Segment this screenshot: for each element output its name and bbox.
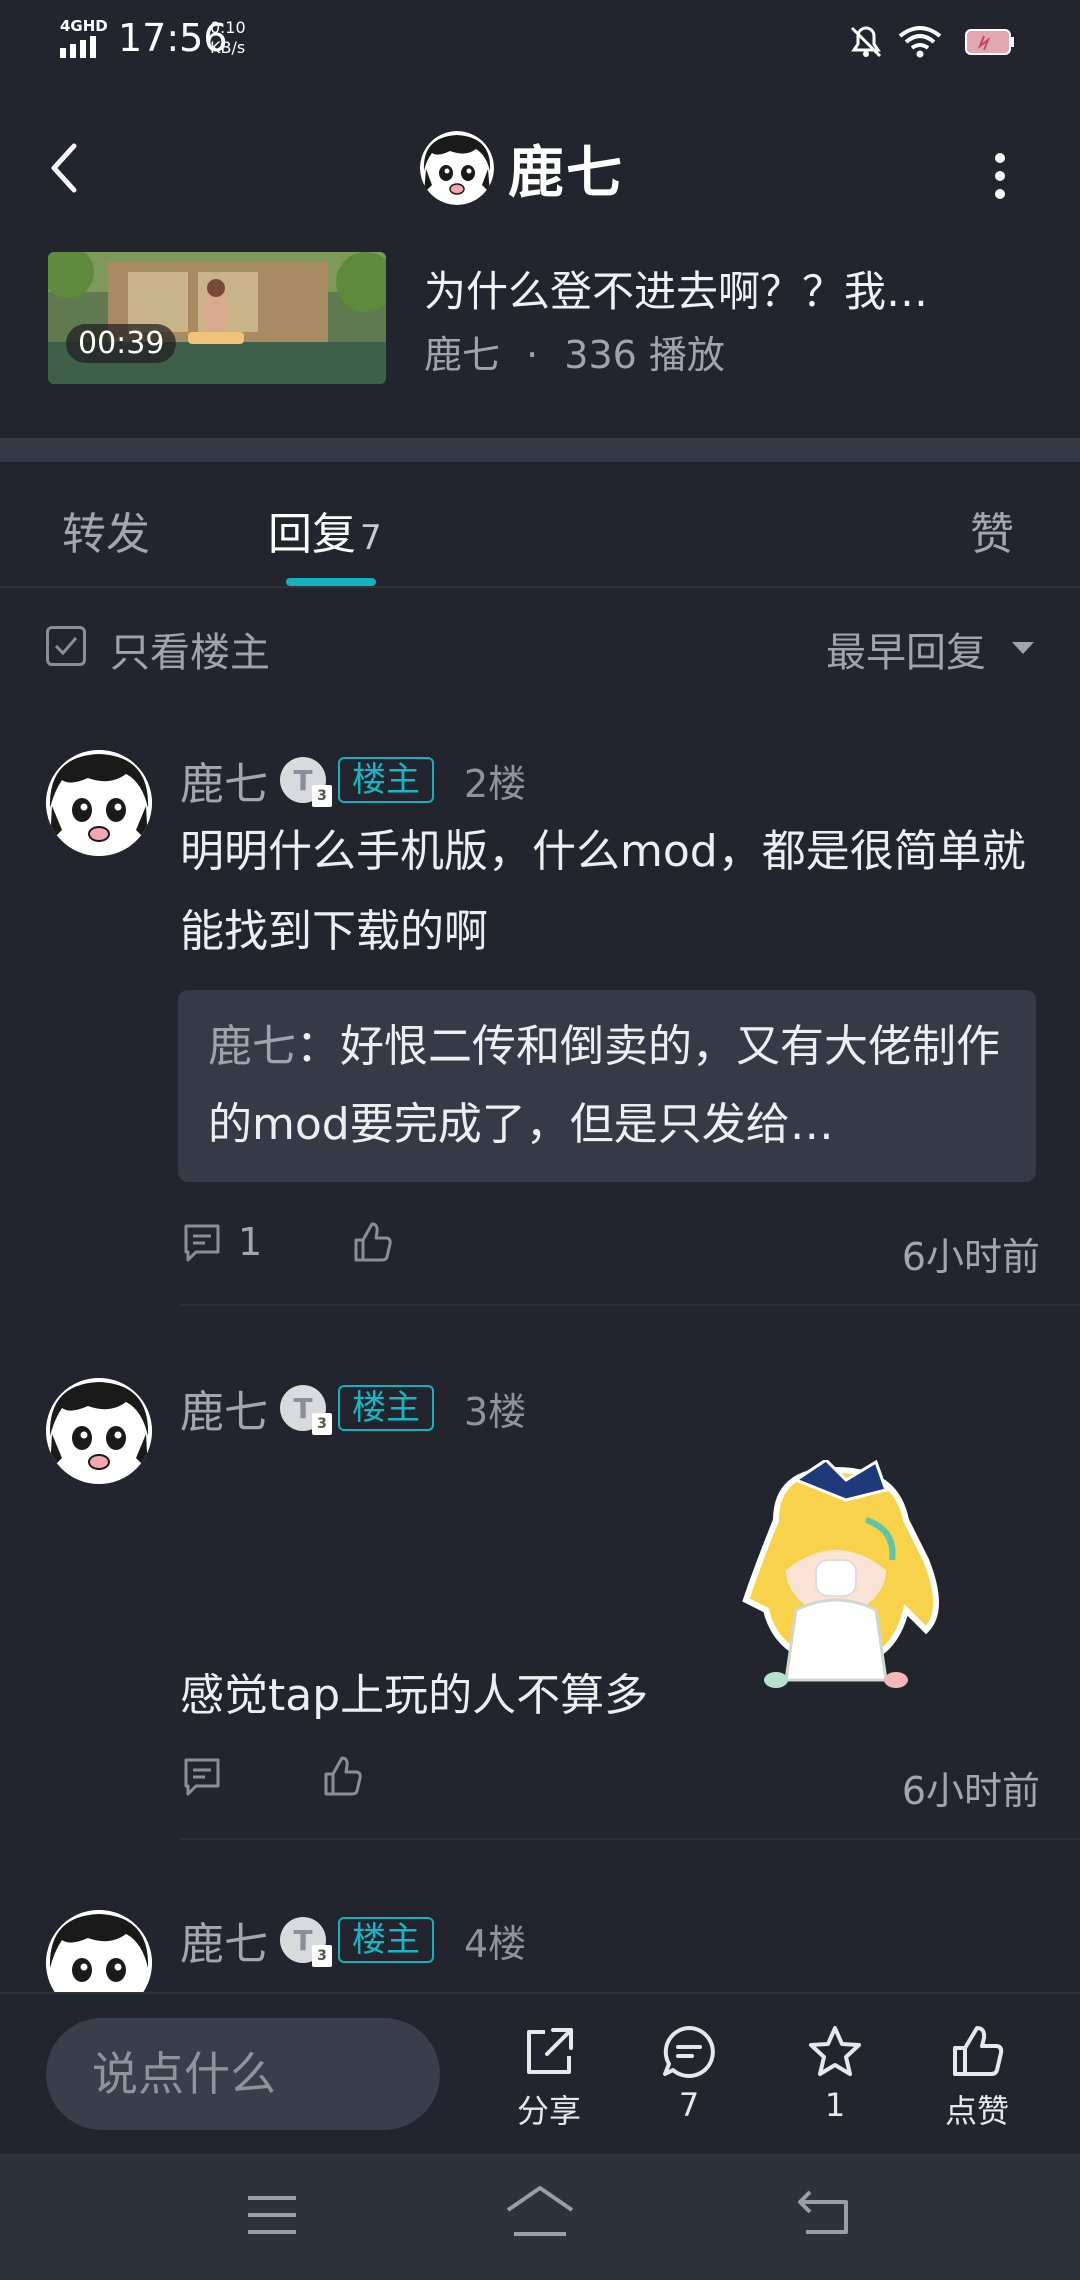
op-badge: 楼主 bbox=[338, 1385, 434, 1431]
avatar[interactable] bbox=[46, 1378, 152, 1484]
video-author: 鹿七 bbox=[424, 333, 501, 377]
more-vertical-icon[interactable] bbox=[976, 144, 1024, 208]
video-thumbnail[interactable]: 00:39 bbox=[48, 252, 386, 384]
check-icon bbox=[54, 637, 78, 656]
comments-button[interactable]: 7 bbox=[634, 2022, 744, 2124]
comment-icon bbox=[184, 1758, 220, 1796]
battery-icon bbox=[965, 29, 1014, 55]
comment-header: 鹿七 T3 楼主 3楼 bbox=[180, 1378, 526, 1438]
reply-count: 1 bbox=[238, 1220, 263, 1264]
quote-author: 鹿七 bbox=[208, 1021, 296, 1072]
meta-separator: · bbox=[526, 333, 539, 377]
op-badge: 楼主 bbox=[338, 757, 434, 803]
video-duration: 00:39 bbox=[66, 324, 177, 363]
floor-number: 2楼 bbox=[464, 761, 527, 806]
comment-divider bbox=[180, 1304, 1080, 1306]
comment-item: 鹿七 T3 楼主 4楼 bbox=[0, 1910, 1080, 1992]
thumbs-up-icon bbox=[324, 1756, 362, 1796]
tab-reply[interactable]: 回复 7 bbox=[268, 498, 382, 562]
comment-divider bbox=[180, 1838, 1080, 1840]
chat-bubble-icon bbox=[663, 2026, 715, 2078]
favorites-count: 1 bbox=[824, 2086, 846, 2124]
tab-forward[interactable]: 转发 bbox=[62, 498, 150, 562]
tab-indicator bbox=[286, 578, 376, 586]
comment-author[interactable]: 鹿七 bbox=[180, 1376, 268, 1440]
tab-like[interactable]: 赞 bbox=[970, 498, 1014, 562]
level-badge: T3 bbox=[280, 757, 332, 807]
level-badge: T3 bbox=[280, 1917, 332, 1967]
op-badge: 楼主 bbox=[338, 1917, 434, 1963]
video-plays: 336 播放 bbox=[564, 333, 725, 377]
only-op-label[interactable]: 只看楼主 bbox=[110, 620, 270, 678]
comments-count: 7 bbox=[678, 2086, 700, 2124]
sort-dropdown[interactable]: 最早回复 bbox=[826, 620, 986, 678]
title-group[interactable]: 鹿七 bbox=[420, 128, 624, 208]
reply-button[interactable]: 1 bbox=[180, 1220, 262, 1264]
comment-item: 鹿七 T3 楼主 3楼 感觉tap上玩的人不算多 6小时前 bbox=[0, 1378, 1080, 1848]
caret-down-icon[interactable] bbox=[1012, 642, 1034, 654]
comment-author[interactable]: 鹿七 bbox=[180, 1910, 268, 1972]
bell-off-icon bbox=[850, 26, 882, 58]
reply-button[interactable] bbox=[180, 1754, 224, 1798]
menu-icon[interactable] bbox=[244, 2190, 300, 2240]
network-speed: 0.10 KB/s bbox=[210, 18, 246, 57]
bottom-action-bar: 说点什么 分享 7 1 点赞 bbox=[0, 1992, 1080, 2154]
favorite-button[interactable]: 1 bbox=[780, 2022, 890, 2124]
comment-time: 6小时前 bbox=[901, 1235, 1040, 1279]
comment-item: 鹿七 T3 楼主 2楼 明明什么手机版，什么mod，都是很简单就能找到下载的啊 … bbox=[0, 750, 1080, 1310]
page-title: 鹿七 bbox=[508, 140, 624, 206]
floor-number: 4楼 bbox=[464, 1921, 527, 1966]
share-button[interactable]: 分享 bbox=[494, 2022, 604, 2132]
tab-reply-count: 7 bbox=[360, 518, 382, 558]
chevron-left-icon[interactable] bbox=[42, 138, 92, 198]
quote-text: ：好恨二传和倒卖的，又有大佬制作的mod要完成了，但是只发给… bbox=[208, 1021, 1000, 1150]
comment-input[interactable]: 说点什么 bbox=[46, 2018, 440, 2130]
tab-reply-label: 回复 bbox=[268, 509, 356, 560]
section-divider bbox=[0, 438, 1080, 462]
video-card[interactable]: 00:39 为什么登不进去啊？？我… 鹿七 · 336 播放 bbox=[0, 248, 1080, 438]
thumbs-up-icon bbox=[354, 1222, 392, 1262]
comment-author[interactable]: 鹿七 bbox=[180, 748, 268, 812]
comment-text: 感觉tap上玩的人不算多 bbox=[180, 1670, 649, 1721]
only-op-checkbox[interactable] bbox=[46, 626, 86, 666]
share-icon bbox=[527, 2028, 573, 2074]
tab-bar: 转发 回复 7 赞 bbox=[0, 462, 1080, 588]
status-bar: 4GHD 17:56 0.10 KB/s bbox=[0, 0, 1080, 82]
avatar[interactable] bbox=[46, 750, 152, 856]
network-type: 4GHD bbox=[60, 17, 108, 35]
level-badge: T3 bbox=[280, 1385, 332, 1435]
filter-row: 只看楼主 最早回复 bbox=[0, 590, 1080, 700]
video-meta: 鹿七 · 336 播放 bbox=[424, 324, 725, 379]
share-label: 分享 bbox=[516, 2092, 581, 2130]
comment-header: 鹿七 T3 楼主 4楼 bbox=[180, 1910, 526, 1970]
comment-icon bbox=[184, 1224, 220, 1262]
like-post-button[interactable]: 点赞 bbox=[922, 2022, 1032, 2132]
avatar[interactable] bbox=[420, 131, 494, 205]
comment-actions: 1 6小时前 bbox=[180, 1220, 1040, 1280]
like-label: 点赞 bbox=[944, 2092, 1009, 2130]
system-nav-bar bbox=[0, 2154, 1080, 2280]
top-bar: 鹿七 bbox=[0, 82, 1080, 248]
comment-text: 明明什么手机版，什么mod，都是很简单就能找到下载的啊 bbox=[180, 826, 1026, 957]
comment-header: 鹿七 T3 楼主 2楼 bbox=[180, 750, 526, 810]
wifi-icon bbox=[898, 26, 942, 58]
video-title[interactable]: 为什么登不进去啊？？我… bbox=[424, 258, 928, 319]
signal-icon bbox=[60, 36, 96, 58]
floor-number: 3楼 bbox=[464, 1389, 527, 1434]
avatar[interactable] bbox=[46, 1910, 152, 1992]
thumbnail-image bbox=[48, 252, 386, 384]
thumbs-up-icon bbox=[953, 2026, 1004, 2076]
status-icons bbox=[850, 26, 1014, 58]
like-button[interactable] bbox=[350, 1220, 394, 1264]
quoted-reply[interactable]: 鹿七：好恨二传和倒卖的，又有大佬制作的mod要完成了，但是只发给… bbox=[178, 990, 1036, 1182]
comment-actions: 6小时前 bbox=[180, 1754, 1040, 1814]
star-icon bbox=[809, 2026, 861, 2076]
back-nav-icon[interactable] bbox=[796, 2186, 852, 2238]
home-icon[interactable] bbox=[504, 2184, 576, 2240]
comment-time: 6小时前 bbox=[901, 1769, 1040, 1813]
like-button[interactable] bbox=[320, 1754, 364, 1798]
